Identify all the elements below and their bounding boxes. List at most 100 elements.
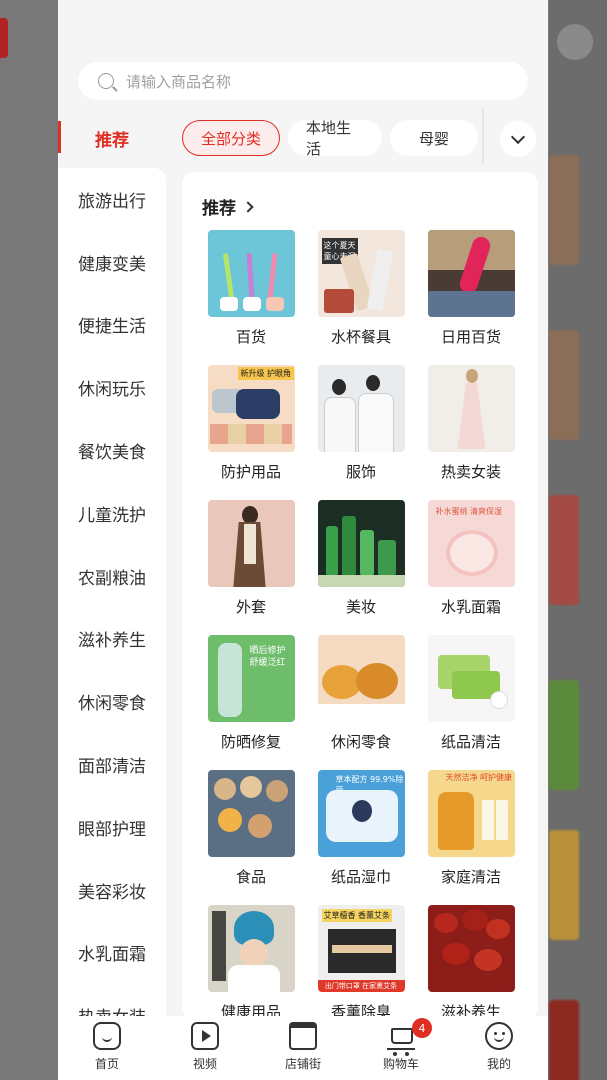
thumb-text: 出门带口罩 在家熏艾条: [317, 980, 405, 992]
category-item[interactable]: 日用百货: [416, 230, 526, 348]
nav-cart[interactable]: 4 购物车: [352, 1016, 450, 1080]
tab-local-life[interactable]: 本地生活: [288, 119, 383, 158]
sidebar-item[interactable]: 农副粮油: [58, 545, 166, 608]
thumb-text: 补水蜜桃 清爽保湿: [435, 507, 503, 516]
video-icon: [191, 1022, 219, 1050]
content-panel: 推荐 百货 这个夏天 童心未泯 水杯餐具 日用百货 新升级 护眼角 防护用品 服…: [182, 172, 538, 1020]
background-thumb: [549, 495, 579, 605]
thumb-text: 舒缓泛红: [249, 658, 286, 668]
tab-all-categories[interactable]: 全部分类: [182, 120, 281, 156]
category-item[interactable]: 新升级 护眼角 防护用品: [196, 365, 306, 483]
sidebar-item[interactable]: 休闲玩乐: [58, 356, 166, 419]
sidebar-item[interactable]: 餐饮美食: [58, 419, 166, 482]
nav-label: 首页: [94, 1057, 119, 1071]
category-item[interactable]: 天然洁净 呵护健康 家庭清洁: [416, 770, 526, 888]
tab-mother-baby[interactable]: 母婴: [390, 120, 479, 156]
sidebar-item[interactable]: 眼部护理: [58, 796, 166, 859]
category-label: 食品: [235, 868, 266, 886]
sidebar-item[interactable]: 热卖女装: [58, 984, 166, 1018]
category-item[interactable]: 百货: [196, 230, 306, 348]
cream-image: 补水蜜桃 清爽保湿: [427, 500, 515, 587]
background-thumb: [549, 830, 579, 940]
category-label: 防晒修复: [220, 733, 281, 751]
cart-icon: [387, 1022, 415, 1056]
background-thumb: [549, 330, 579, 440]
category-item[interactable]: 食品: [196, 770, 306, 888]
sidebar-item[interactable]: 滋补养生: [58, 608, 166, 671]
sidebar-item-recommend[interactable]: 推荐: [58, 118, 166, 158]
category-label: 家庭清洁: [440, 868, 501, 886]
search-placeholder: 请输入商品名称: [126, 72, 232, 91]
cosmetics-image: [317, 500, 405, 587]
profile-icon: [485, 1022, 513, 1050]
sunscreen-image: 晒后修护 舒缓泛红: [207, 635, 295, 722]
category-item[interactable]: 艾草檀香 香薰艾条 出门带口罩 在家熏艾条 香薰除臭: [306, 905, 416, 1020]
search-icon: [98, 73, 114, 89]
sidebar-item[interactable]: 水乳面霜: [58, 922, 166, 985]
category-item[interactable]: 外套: [196, 500, 306, 618]
dress-image: [427, 365, 515, 452]
category-item[interactable]: 滋补养生: [416, 905, 526, 1020]
category-label: 热卖女装: [440, 463, 501, 481]
cleaner-image: 天然洁净 呵护健康: [427, 770, 515, 857]
nav-profile[interactable]: 我的: [450, 1016, 548, 1080]
cart-count-badge: 4: [412, 1018, 432, 1038]
background-thumb: [549, 155, 579, 265]
nav-store-street[interactable]: 店铺街: [254, 1016, 352, 1080]
category-label: 休闲零食: [330, 733, 391, 751]
sidebar-item[interactable]: 休闲零食: [58, 670, 166, 733]
sidebar-item[interactable]: 便捷生活: [58, 294, 166, 357]
snack-image: [317, 635, 405, 722]
category-sheet: 请输入商品名称 推荐 旅游出行 健康变美 便捷生活 休闲玩乐 餐饮美食 儿童洗护…: [58, 0, 548, 1080]
coat-image: [207, 500, 295, 587]
category-label: 水杯餐具: [330, 328, 391, 346]
category-item[interactable]: 休闲零食: [306, 635, 416, 753]
category-label: 纸品湿巾: [330, 868, 391, 886]
category-item[interactable]: 美妆: [306, 500, 416, 618]
thumb-text: 新升级 护眼角: [237, 367, 295, 380]
sidebar-item[interactable]: 美容彩妆: [58, 859, 166, 922]
search-input[interactable]: 请输入商品名称: [78, 62, 528, 100]
category-label: 纸品清洁: [440, 733, 501, 751]
category-grid: 百货 这个夏天 童心未泯 水杯餐具 日用百货 新升级 护眼角 防护用品 服饰 热…: [196, 230, 526, 1020]
expand-tabs-button[interactable]: [500, 121, 536, 157]
sidebar-item[interactable]: 健康变美: [58, 231, 166, 294]
category-item[interactable]: 健康用品: [196, 905, 306, 1020]
sidebar-item[interactable]: 面部清洁: [58, 733, 166, 796]
category-item[interactable]: 草本配方 99.9%除菌 纸品湿巾: [306, 770, 416, 888]
cup-image: 这个夏天 童心未泯: [317, 230, 405, 317]
category-label: 美妆: [345, 598, 376, 616]
category-item[interactable]: 这个夏天 童心未泯 水杯餐具: [306, 230, 416, 348]
category-item[interactable]: 补水蜜桃 清爽保湿 水乳面霜: [416, 500, 526, 618]
background-chevron-circle: [557, 24, 593, 60]
category-label: 日用百货: [440, 328, 501, 346]
health-image: [207, 905, 295, 992]
thumb-text: 天然洁净 呵护健康: [445, 773, 513, 782]
category-item[interactable]: 热卖女装: [416, 365, 526, 483]
category-tabs: 全部分类 本地生活 母婴: [182, 119, 479, 158]
category-item[interactable]: 晒后修护 舒缓泛红 防晒修复: [196, 635, 306, 753]
paper-image: [427, 635, 515, 722]
chevron-down-icon: [510, 129, 526, 145]
background-left-strip: [0, 0, 58, 1080]
tabs-divider: [482, 108, 484, 164]
nav-video[interactable]: 视频: [156, 1016, 254, 1080]
sidebar-item[interactable]: 儿童洗护: [58, 482, 166, 545]
category-label: 百货: [235, 328, 266, 346]
nav-label: 视频: [192, 1057, 217, 1071]
dates-image: [427, 905, 515, 992]
category-label: 外套: [235, 598, 266, 616]
section-title: 推荐: [202, 199, 236, 219]
mask-image: 新升级 护眼角: [207, 365, 295, 452]
category-label: 服饰: [345, 463, 376, 481]
daily-goods-image: [427, 230, 515, 317]
background-red-block: [0, 18, 8, 58]
section-header[interactable]: 推荐: [202, 194, 254, 219]
background-thumb: [549, 1000, 579, 1080]
sidebar: 旅游出行 健康变美 便捷生活 休闲玩乐 餐饮美食 儿童洗护 农副粮油 滋补养生 …: [58, 168, 166, 1018]
category-item[interactable]: 服饰: [306, 365, 416, 483]
category-item[interactable]: 纸品清洁: [416, 635, 526, 753]
sidebar-item[interactable]: 旅游出行: [58, 168, 166, 231]
thumb-text: 晒后修护: [249, 646, 286, 656]
nav-home[interactable]: 首页: [58, 1016, 156, 1080]
